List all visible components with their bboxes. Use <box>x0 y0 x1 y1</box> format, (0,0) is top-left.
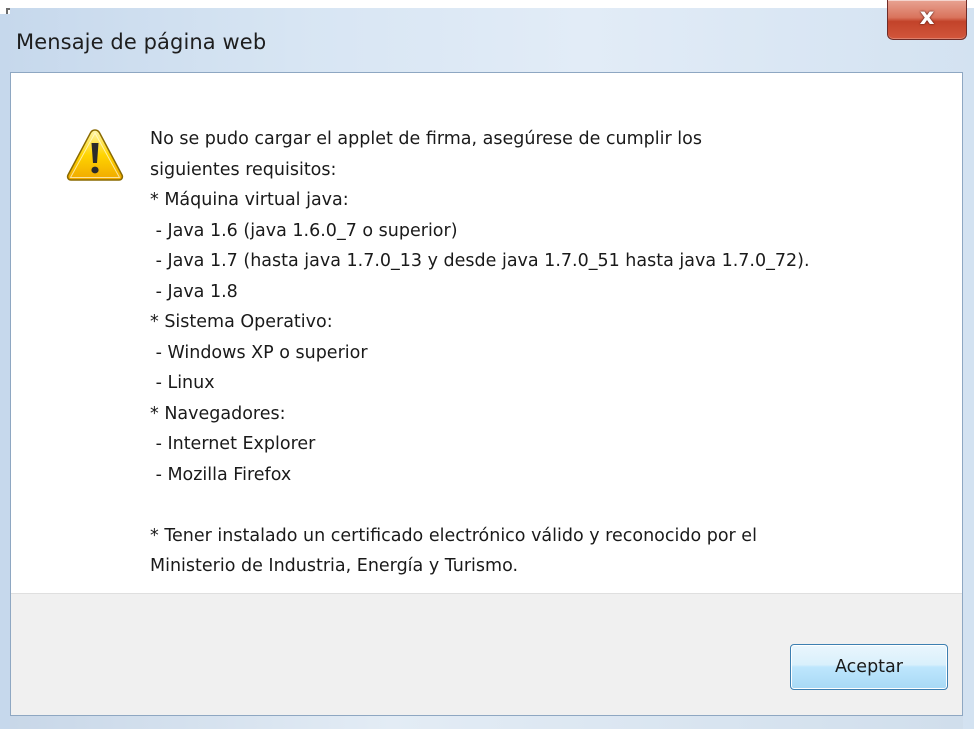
message-line: - Mozilla Firefox <box>150 464 292 485</box>
dialog-button-bar: Aceptar <box>11 593 962 715</box>
accept-button[interactable]: Aceptar <box>790 644 948 690</box>
message-line <box>150 490 950 521</box>
message-dialog-window: Mensaje de página web x No se pudo carga… <box>0 0 974 729</box>
message-line: siguientes requisitos: <box>150 159 337 180</box>
title-bar[interactable]: Mensaje de página web <box>0 8 974 73</box>
message-line: * Máquina virtual java: <box>150 190 349 210</box>
message-line: - Java 1.8 <box>150 281 238 302</box>
message-line: Ministerio de Industria, Energía y Turis… <box>150 556 519 576</box>
message-line: - Java 1.7 (hasta java 1.7.0_13 y desde … <box>150 251 810 271</box>
message-line: * Tener instalado un certificado electró… <box>150 525 757 546</box>
warning-icon <box>66 129 124 181</box>
message-line: * Sistema Operativo: <box>150 312 333 332</box>
close-icon: x <box>919 4 935 30</box>
window-bottom-edge <box>10 716 963 729</box>
dialog-content: No se pudo cargar el applet de firma, as… <box>11 73 962 593</box>
message-line: - Java 1.6 (java 1.6.0_7 o superior) <box>150 220 458 241</box>
message-line: - Internet Explorer <box>150 434 316 454</box>
message-line: No se pudo cargar el applet de firma, as… <box>150 129 702 149</box>
message-line: - Windows XP o superior <box>150 342 368 363</box>
dialog-message: No se pudo cargar el applet de firma, as… <box>150 124 950 582</box>
message-line: - Linux <box>150 373 215 393</box>
close-button[interactable]: x <box>887 0 967 40</box>
message-line: * Navegadores: <box>150 403 286 424</box>
dialog-client-area: No se pudo cargar el applet de firma, as… <box>10 72 963 716</box>
dialog-title: Mensaje de página web <box>16 30 267 54</box>
